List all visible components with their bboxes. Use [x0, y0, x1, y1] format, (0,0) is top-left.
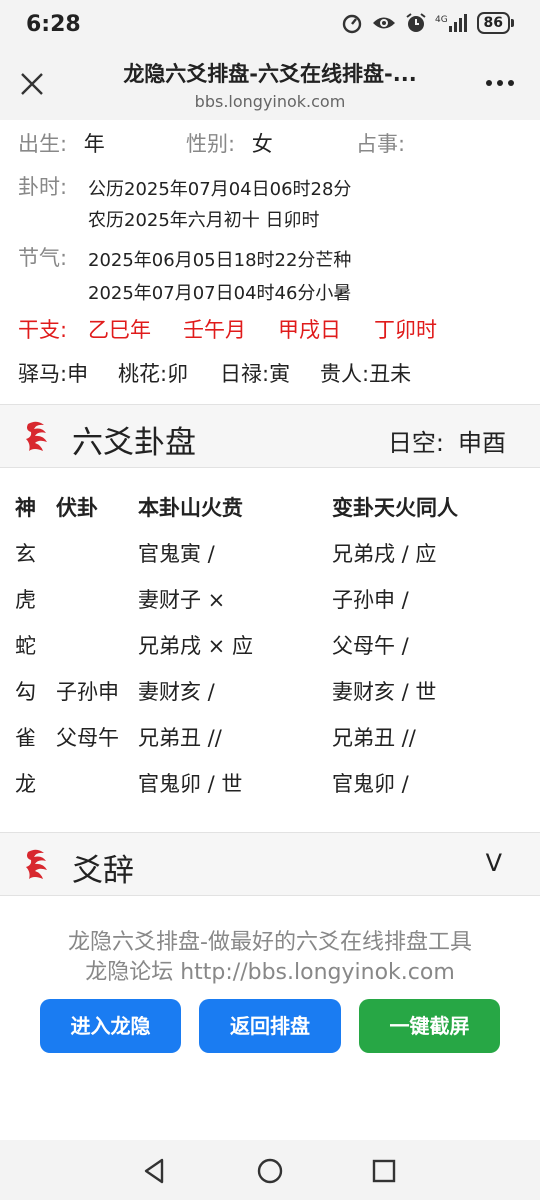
cell-god: 玄	[15, 542, 36, 566]
pan-section-header: 六爻卦盘 日空: 申酉	[0, 404, 540, 468]
col-bian: 变卦天火同人	[332, 496, 458, 520]
close-icon[interactable]	[18, 70, 46, 98]
alarm-icon	[405, 13, 426, 32]
cell-bian: 兄弟丑 //	[332, 726, 416, 750]
col-fu: 伏卦	[56, 496, 98, 520]
cell-god: 虎	[15, 588, 36, 612]
day-void: 日空: 申酉	[387, 429, 506, 457]
enter-forum-button[interactable]: 进入龙隐	[40, 999, 181, 1053]
extra-yima: 驿马:申	[18, 362, 89, 386]
footer-text: 龙隐六爻排盘-做最好的六爻在线排盘工具 龙隐论坛 http://bbs.long…	[0, 928, 540, 988]
status-time: 6:28	[26, 12, 81, 37]
cell-bian: 子孙申 /	[332, 588, 409, 612]
expand-chevron-icon[interactable]: V	[486, 849, 502, 877]
col-god: 神	[15, 496, 36, 520]
time-lunar: 农历2025年六月初十 日卯时	[88, 210, 320, 231]
dragon-logo-icon	[26, 849, 47, 879]
cell-ben: 官鬼卯 / 世	[138, 772, 243, 796]
extra-rilu: 日禄:寅	[220, 362, 291, 386]
matter-row: 占事:	[356, 128, 405, 158]
page-title: 龙隐六爻排盘-六爻在线排盘-...	[123, 62, 417, 86]
pan-title: 六爻卦盘	[72, 425, 196, 461]
cell-bian: 官鬼卯 /	[332, 772, 409, 796]
gender-label: 性别:	[186, 132, 236, 156]
table-row: 雀 父母午 兄弟丑 // 兄弟丑 //	[0, 722, 540, 768]
table-row: 玄 官鬼寅 / 兄弟戌 / 应	[0, 538, 540, 584]
screenshot-button[interactable]: 一键截屏	[359, 999, 500, 1053]
battery-icon: 86	[476, 12, 515, 34]
cell-ben: 妻财子 ×	[138, 588, 226, 612]
cell-ben: 妻财亥 /	[138, 680, 215, 704]
browser-toolbar: 龙隐六爻排盘-六爻在线排盘-... bbs.longyinok.com	[0, 50, 540, 120]
extra-guiren: 贵人:丑未	[320, 362, 412, 386]
solar-term-label: 节气:	[18, 246, 68, 270]
cell-ben: 兄弟丑 //	[138, 726, 222, 750]
page-url: bbs.longyinok.com	[194, 92, 346, 111]
ganzhi-month: 壬午月	[183, 318, 246, 342]
cell-bian: 父母午 /	[332, 634, 409, 658]
cell-god: 雀	[15, 726, 36, 750]
birth-label: 出生:	[18, 132, 68, 156]
system-nav-bar	[0, 1140, 540, 1200]
table-row: 虎 妻财子 × 子孙申 /	[0, 584, 540, 630]
status-bar: 6:28 4G 86	[0, 0, 540, 50]
speedometer-icon	[342, 14, 361, 34]
back-to-chart-button[interactable]: 返回排盘	[199, 999, 341, 1053]
ganzhi-label: 干支:	[18, 318, 68, 342]
svg-text:4G: 4G	[435, 15, 448, 25]
yaoci-title: 爻辞	[72, 853, 134, 889]
dragon-logo-icon	[26, 421, 47, 451]
table-header: 神 伏卦 本卦山火贲 变卦天火同人	[0, 492, 540, 538]
yaoci-section-header[interactable]: 爻辞 V	[0, 832, 540, 896]
eye-icon	[372, 17, 395, 29]
cell-god: 勾	[15, 680, 36, 704]
cell-ben: 兄弟戌 × 应	[138, 634, 253, 658]
cell-bian: 兄弟戌 / 应	[332, 542, 437, 566]
birth-row: 出生: 年	[18, 128, 105, 158]
footer-forum-link: 龙隐论坛 http://bbs.longyinok.com	[85, 960, 455, 985]
solar-term-2: 2025年07月07日04时46分小暑	[88, 283, 352, 304]
matter-label: 占事:	[356, 132, 406, 156]
cell-god: 蛇	[15, 634, 36, 658]
table-row: 勾 子孙申 妻财亥 / 妻财亥 / 世	[0, 676, 540, 722]
footer-slogan: 龙隐六爻排盘-做最好的六爻在线排盘工具	[68, 930, 472, 955]
recents-nav-icon[interactable]	[372, 1159, 396, 1183]
birth-value: 年	[83, 132, 105, 156]
status-icons: 4G 86	[341, 12, 515, 34]
cell-fu: 父母午	[56, 726, 119, 750]
ganzhi-day: 甲戌日	[278, 318, 341, 342]
gender-row: 性别: 女	[186, 128, 273, 158]
col-ben: 本卦山火贲	[138, 496, 243, 520]
cell-ben: 官鬼寅 /	[138, 542, 215, 566]
table-row: 蛇 兄弟戌 × 应 父母午 /	[0, 630, 540, 676]
ganzhi-year: 乙巳年	[88, 318, 151, 342]
home-nav-icon[interactable]	[257, 1158, 283, 1184]
ganzhi-hour: 丁卯时	[374, 318, 437, 342]
time-solar: 公历2025年07月04日06时28分	[88, 179, 352, 200]
cell-god: 龙	[15, 772, 36, 796]
signal-4g-icon: 4G	[435, 14, 467, 32]
more-menu-icon[interactable]	[486, 80, 514, 86]
solar-term-1: 2025年06月05日18时22分芒种	[88, 250, 352, 271]
back-nav-icon[interactable]	[142, 1158, 166, 1184]
gender-value: 女	[251, 132, 273, 156]
time-label: 卦时:	[18, 175, 68, 199]
cell-bian: 妻财亥 / 世	[332, 680, 437, 704]
table-row: 龙 官鬼卯 / 世 官鬼卯 /	[0, 768, 540, 814]
extra-taohua: 桃花:卯	[118, 362, 189, 386]
cell-fu: 子孙申	[56, 680, 119, 704]
